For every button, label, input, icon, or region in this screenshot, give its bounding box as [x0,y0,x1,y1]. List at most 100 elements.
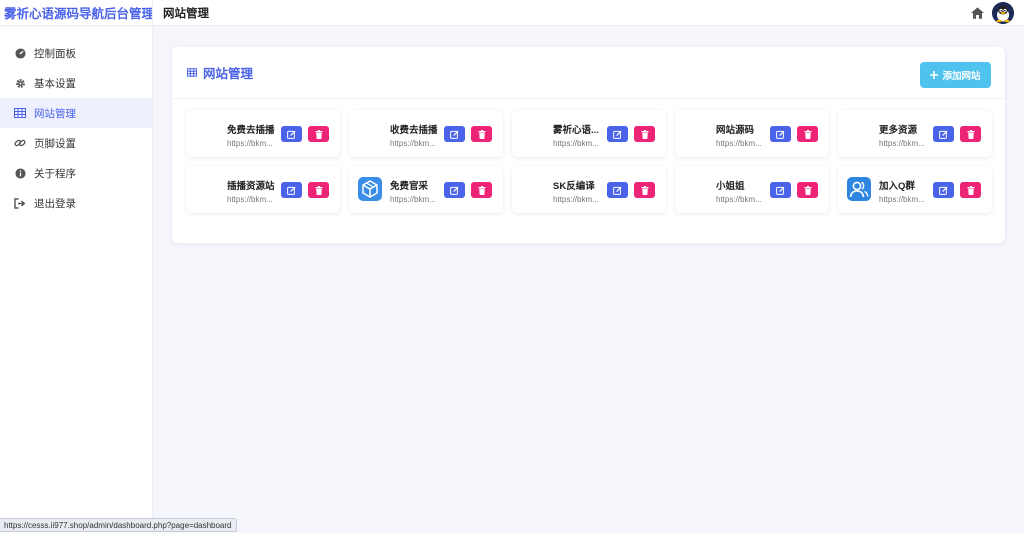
site-card[interactable]: 免费去插播 https://bkm... [186,110,340,157]
site-name: 网站源码 [716,125,755,136]
site-logo [847,121,871,145]
site-logo [358,121,382,145]
avatar[interactable] [992,2,1014,24]
edit-icon [450,130,459,139]
sidebar-item-about[interactable]: 关于程序 [0,158,152,188]
site-url: https://bkm... [879,139,925,148]
trash-icon [641,129,648,139]
trash-icon [967,185,974,195]
sidebar: 控制面板 基本设置 网站管理 页脚设置 关于程序 退出登录 [0,27,153,533]
site-name: 加入Q群 [879,181,915,192]
site-card[interactable]: SK反编译 https://bkm... [512,166,666,213]
site-url: https://bkm... [716,195,762,204]
trash-icon [315,185,322,195]
trash-icon [967,129,974,139]
cube-logo-icon [358,177,382,201]
delete-site-button[interactable] [797,182,818,198]
status-bar-url: https://cesss.ii977.shop/admin/dashboard… [0,518,237,532]
card-title: 网站管理 [187,63,253,82]
edit-icon [776,186,785,195]
edit-site-button[interactable] [281,126,302,142]
edit-site-button[interactable] [444,182,465,198]
top-right-actions [971,0,1014,26]
sidebar-item-logout[interactable]: 退出登录 [0,188,152,218]
site-url: https://bkm... [390,139,436,148]
edit-site-button[interactable] [444,126,465,142]
sidebar-item-settings[interactable]: 基本设置 [0,68,152,98]
delete-site-button[interactable] [471,126,492,142]
trash-icon [804,185,811,195]
site-card[interactable]: 免费官采 https://bkm... [349,166,503,213]
site-card[interactable]: 小姐姐 https://bkm... [675,166,829,213]
site-card[interactable]: 更多资源 https://bkm... [838,110,992,157]
table-icon [187,68,197,77]
trash-icon [641,185,648,195]
edit-icon [939,130,948,139]
home-icon[interactable] [971,7,984,19]
site-name: 收费去插播 [390,125,438,136]
site-card[interactable]: 加入Q群 https://bkm... [838,166,992,213]
site-url: https://bkm... [716,139,762,148]
logout-icon [14,197,26,209]
site-logo [521,177,545,201]
card-header: 网站管理 [172,47,1005,99]
gear-icon [14,77,26,89]
site-url: https://bkm... [227,195,273,204]
edit-site-button[interactable] [933,182,954,198]
trash-icon [478,185,485,195]
page-title: 网站管理 [163,7,209,20]
edit-site-button[interactable] [770,182,791,198]
users-logo-icon [847,177,871,201]
delete-site-button[interactable] [471,182,492,198]
site-name: SK反编译 [553,181,595,192]
link-icon [14,137,26,149]
edit-icon [613,130,622,139]
table-icon [14,107,26,119]
sidebar-item-label: 页脚设置 [34,137,76,150]
site-logo [521,121,545,145]
site-card[interactable]: 雾祈心语... https://bkm... [512,110,666,157]
edit-icon [939,186,948,195]
edit-site-button[interactable] [281,182,302,198]
delete-site-button[interactable] [797,126,818,142]
plus-icon [930,71,939,79]
add-site-button[interactable]: 添加网站 [920,62,991,88]
delete-site-button[interactable] [634,126,655,142]
delete-site-button[interactable] [634,182,655,198]
delete-site-button[interactable] [960,126,981,142]
site-card[interactable]: 收费去插播 https://bkm... [349,110,503,157]
add-site-button-label: 添加网站 [942,71,981,82]
site-name: 更多资源 [879,125,918,136]
site-name: 免费去插播 [227,125,275,136]
site-management-card: 网站管理 添加网站 免费去插播 https://bkm... 收费去插播 https:… [172,47,1005,243]
site-name: 免费官采 [390,181,429,192]
top-bar: 雾祈心语源码导航后台管理 网站管理 [0,0,1024,26]
edit-site-button[interactable] [607,126,628,142]
site-url: https://bkm... [879,195,925,204]
site-card[interactable]: 网站源码 https://bkm... [675,110,829,157]
edit-icon [450,186,459,195]
site-url: https://bkm... [390,195,436,204]
sidebar-item-label: 退出登录 [34,197,76,210]
site-card[interactable]: 插播资源站 https://bkm... [186,166,340,213]
site-name: 小姐姐 [716,181,745,192]
sidebar-item-footer[interactable]: 页脚设置 [0,128,152,158]
dashboard-icon [14,47,26,59]
sidebar-item-dashboard[interactable]: 控制面板 [0,38,152,68]
edit-site-button[interactable] [607,182,628,198]
sidebar-item-label: 控制面板 [34,47,76,60]
delete-site-button[interactable] [308,126,329,142]
trash-icon [315,129,322,139]
delete-site-button[interactable] [308,182,329,198]
site-name: 插播资源站 [227,181,275,192]
edit-icon [287,130,296,139]
sidebar-item-sites[interactable]: 网站管理 [0,98,152,128]
sidebar-item-label: 基本设置 [34,77,76,90]
info-icon [14,167,26,179]
brand-title[interactable]: 雾祈心语源码导航后台管理 [0,0,153,26]
edit-site-button[interactable] [770,126,791,142]
edit-icon [776,130,785,139]
delete-site-button[interactable] [960,182,981,198]
sidebar-item-label: 网站管理 [34,107,76,120]
edit-site-button[interactable] [933,126,954,142]
